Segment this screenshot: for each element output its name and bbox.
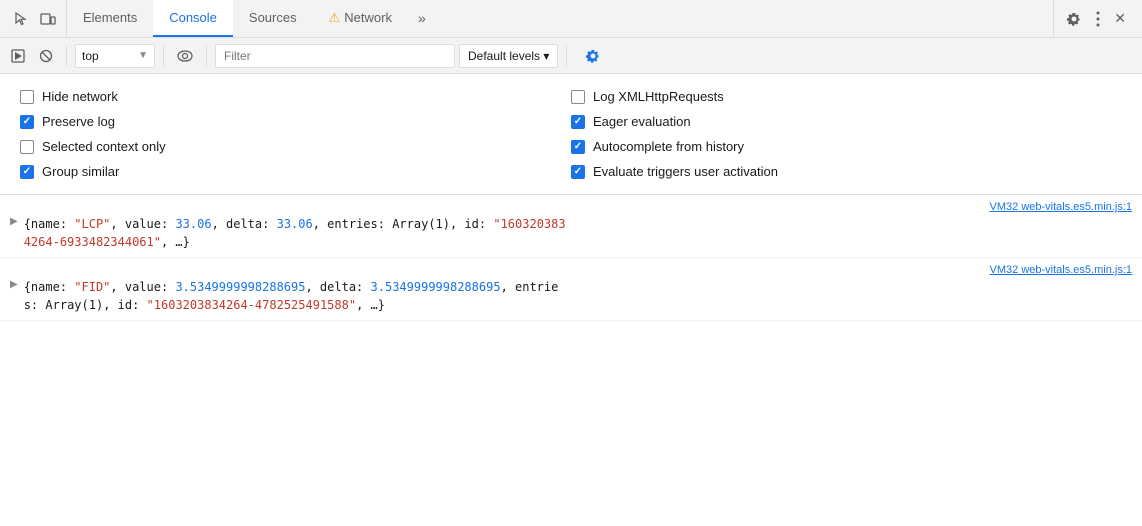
log-entry-lcp: VM32 web-vitals.es5.min.js:1 ▶ {name: "L…	[0, 195, 1142, 258]
log-source-fid[interactable]: VM32 web-vitals.es5.min.js:1	[10, 264, 1132, 276]
divider-2	[163, 46, 164, 66]
expand-arrow-fid[interactable]: ▶	[10, 278, 18, 290]
main-content: top ▼ Default levels ▾ Hide networ	[0, 38, 1142, 526]
eager-eval-label: Eager evaluation	[593, 114, 691, 129]
selected-context-label: Selected context only	[42, 139, 166, 154]
close-icon[interactable]: ✕	[1110, 6, 1130, 31]
evaluate-triggers-label: Evaluate triggers user activation	[593, 164, 778, 179]
settings-col-right: Log XMLHttpRequests Eager evaluation Aut…	[571, 84, 1122, 184]
tab-more[interactable]: »	[408, 0, 436, 37]
log-xmlhttp-label: Log XMLHttpRequests	[593, 89, 724, 104]
filter-input[interactable]	[215, 44, 455, 68]
autocomplete-checkbox[interactable]	[571, 140, 585, 154]
cursor-icon[interactable]	[12, 9, 32, 29]
log-entry-fid: VM32 web-vitals.es5.min.js:1 ▶ {name: "F…	[0, 258, 1142, 321]
context-selector[interactable]: top ▼	[75, 44, 155, 68]
divider-1	[66, 46, 67, 66]
console-output: VM32 web-vitals.es5.min.js:1 ▶ {name: "L…	[0, 195, 1142, 526]
selected-context-checkbox[interactable]	[20, 140, 34, 154]
preserve-log-label: Preserve log	[42, 114, 115, 129]
log-text-lcp: {name: "LCP", value: 33.06, delta: 33.06…	[24, 215, 566, 251]
preserve-log-checkbox[interactable]	[20, 115, 34, 129]
tab-bar-actions: ✕	[1053, 0, 1138, 37]
autocomplete-label: Autocomplete from history	[593, 139, 744, 154]
hide-network-label: Hide network	[42, 89, 118, 104]
setting-autocomplete: Autocomplete from history	[571, 134, 1122, 159]
play-icon[interactable]	[6, 45, 30, 67]
more-options-icon[interactable]	[1092, 7, 1104, 31]
setting-log-xmlhttp: Log XMLHttpRequests	[571, 84, 1122, 109]
divider-4	[566, 46, 567, 66]
eager-eval-checkbox[interactable]	[571, 115, 585, 129]
tab-network[interactable]: ⚠ Network	[313, 0, 408, 37]
tab-elements[interactable]: Elements	[67, 0, 153, 37]
chevron-down-icon: ▼	[138, 50, 148, 61]
setting-preserve-log: Preserve log	[20, 109, 571, 134]
divider-3	[206, 46, 207, 66]
log-content-lcp: ▶ {name: "LCP", value: 33.06, delta: 33.…	[10, 215, 1132, 251]
tab-bar: Elements Console Sources ⚠ Network »	[0, 0, 1142, 38]
eye-icon[interactable]	[172, 46, 198, 66]
tab-console[interactable]: Console	[153, 0, 233, 37]
settings-panel: Hide network Preserve log Selected conte…	[0, 74, 1142, 195]
expand-arrow-lcp[interactable]: ▶	[10, 215, 18, 227]
tab-sources[interactable]: Sources	[233, 0, 313, 37]
console-settings-icon[interactable]	[581, 44, 605, 68]
warning-icon: ⚠	[329, 10, 341, 26]
log-xmlhttp-checkbox[interactable]	[571, 90, 585, 104]
device-toggle-icon[interactable]	[38, 9, 58, 29]
devtools-icons	[4, 0, 67, 37]
console-toolbar: top ▼ Default levels ▾	[0, 38, 1142, 74]
settings-icon[interactable]	[1062, 7, 1086, 31]
evaluate-triggers-checkbox[interactable]	[571, 165, 585, 179]
group-similar-label: Group similar	[42, 164, 119, 179]
block-icon[interactable]	[34, 45, 58, 67]
main-tabs: Elements Console Sources ⚠ Network »	[67, 0, 1053, 37]
log-levels-dropdown[interactable]: Default levels ▾	[459, 44, 558, 68]
setting-group-similar: Group similar	[20, 159, 571, 184]
hide-network-checkbox[interactable]	[20, 90, 34, 104]
setting-selected-context: Selected context only	[20, 134, 571, 159]
setting-evaluate-triggers: Evaluate triggers user activation	[571, 159, 1122, 184]
log-source-lcp[interactable]: VM32 web-vitals.es5.min.js:1	[10, 201, 1132, 213]
settings-col-left: Hide network Preserve log Selected conte…	[20, 84, 571, 184]
log-content-fid: ▶ {name: "FID", value: 3.534999999828869…	[10, 278, 1132, 314]
setting-eager-eval: Eager evaluation	[571, 109, 1122, 134]
group-similar-checkbox[interactable]	[20, 165, 34, 179]
log-text-fid: {name: "FID", value: 3.5349999998288695,…	[24, 278, 559, 314]
setting-hide-network: Hide network	[20, 84, 571, 109]
